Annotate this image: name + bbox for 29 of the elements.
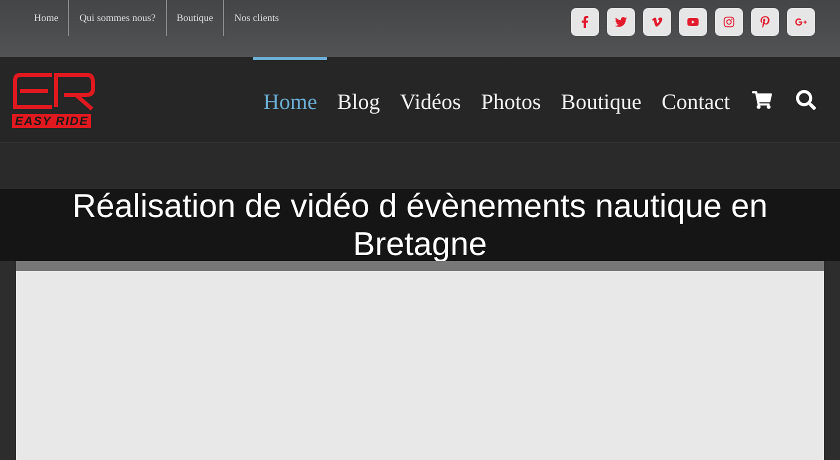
logo[interactable]: EASY RIDE xyxy=(12,71,98,128)
instagram-icon xyxy=(723,16,735,28)
social-button[interactable] xyxy=(607,8,635,36)
social-button[interactable] xyxy=(679,8,707,36)
youtube-icon xyxy=(687,16,699,28)
social-button[interactable] xyxy=(715,8,743,36)
nav-link[interactable]: Blog xyxy=(327,57,390,142)
nav-link[interactable]: Vidéos xyxy=(390,57,471,142)
google-plus-icon xyxy=(795,16,807,28)
search-icon[interactable] xyxy=(796,90,816,110)
social-button[interactable] xyxy=(787,8,815,36)
pinterest-icon xyxy=(759,16,771,28)
top-menu-link[interactable]: Boutique xyxy=(166,0,224,36)
logo-text: EASY RIDE xyxy=(12,114,92,128)
social-button[interactable] xyxy=(751,8,779,36)
top-menu-link[interactable]: Home xyxy=(24,0,70,36)
nav-link[interactable]: Contact xyxy=(652,57,740,142)
top-menu-link[interactable]: Qui sommes nous? xyxy=(69,0,167,36)
twitter-icon xyxy=(615,16,627,28)
vimeo-icon xyxy=(651,16,663,28)
social-button[interactable] xyxy=(571,8,599,36)
nav-link[interactable]: Photos xyxy=(470,57,551,142)
top-menu-link[interactable]: Nos clients xyxy=(224,0,289,36)
cart-icon[interactable] xyxy=(752,90,772,110)
social-button[interactable] xyxy=(643,8,671,36)
facebook-icon xyxy=(579,16,591,28)
logo-icon xyxy=(12,71,96,113)
caption-text: Réalisation de vidéo d évènements nautique en Bretagne xyxy=(71,187,769,263)
nav-link[interactable]: Boutique xyxy=(550,57,652,142)
